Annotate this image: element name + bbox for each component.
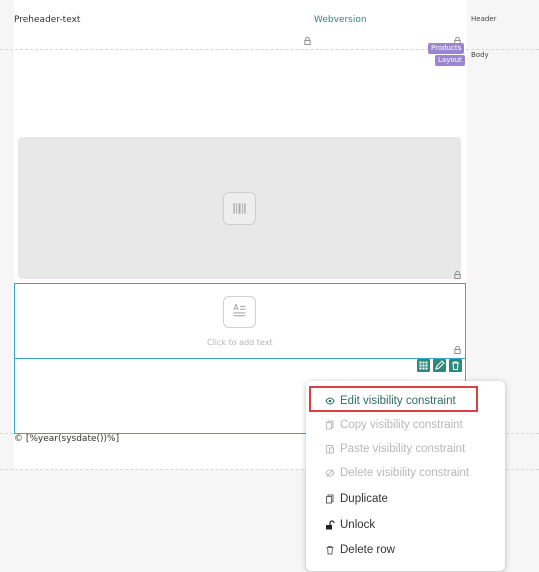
lock-icon[interactable]	[453, 345, 462, 354]
paste-icon	[325, 444, 335, 454]
zone-label-header: Header	[471, 15, 497, 23]
menu-item-duplicate[interactable]: Duplicate	[325, 491, 388, 507]
copy-icon	[325, 420, 335, 430]
text-placeholder[interactable]: Click to add text	[207, 338, 273, 347]
menu-item-label: Duplicate	[340, 493, 388, 505]
menu-item-copy-visibility[interactable]: Copy visibility constraint	[325, 417, 463, 433]
menu-item-unlock[interactable]: Unlock	[325, 517, 375, 533]
menu-item-label: Paste visibility constraint	[340, 443, 466, 455]
layout-tag[interactable]: Layout	[435, 55, 465, 66]
menu-item-paste-visibility[interactable]: Paste visibility constraint	[325, 441, 465, 457]
menu-item-delete-row[interactable]: Delete row	[325, 542, 395, 558]
webversion-link[interactable]: Webversion	[314, 15, 367, 25]
trash-icon[interactable]	[449, 359, 462, 372]
menu-item-label: Copy visibility constraint	[340, 419, 463, 431]
svg-text:A: A	[233, 303, 239, 312]
footer-text[interactable]: © [%year(sysdate())%]	[14, 434, 119, 444]
grid-icon[interactable]	[417, 359, 430, 372]
highlight-box	[309, 386, 478, 412]
preheader-text[interactable]: Preheader-text	[14, 15, 80, 25]
lock-icon[interactable]	[303, 36, 312, 45]
menu-item-label: Delete visibility constraint	[340, 467, 470, 479]
zone-label-body: Body	[471, 51, 489, 59]
barcode-icon	[223, 192, 256, 225]
menu-item-label: Delete row	[340, 544, 395, 556]
lock-icon[interactable]	[453, 270, 462, 279]
text-block-icon: A	[223, 296, 256, 328]
duplicate-icon	[325, 494, 335, 504]
products-tag[interactable]: Products	[428, 43, 465, 54]
trash-icon	[325, 545, 335, 555]
unlock-icon	[325, 520, 335, 530]
pencil-icon[interactable]	[433, 359, 446, 372]
menu-item-label: Unlock	[340, 519, 376, 531]
menu-item-delete-visibility[interactable]: Delete visibility constraint	[325, 465, 469, 481]
eye-slash-icon	[325, 468, 335, 478]
